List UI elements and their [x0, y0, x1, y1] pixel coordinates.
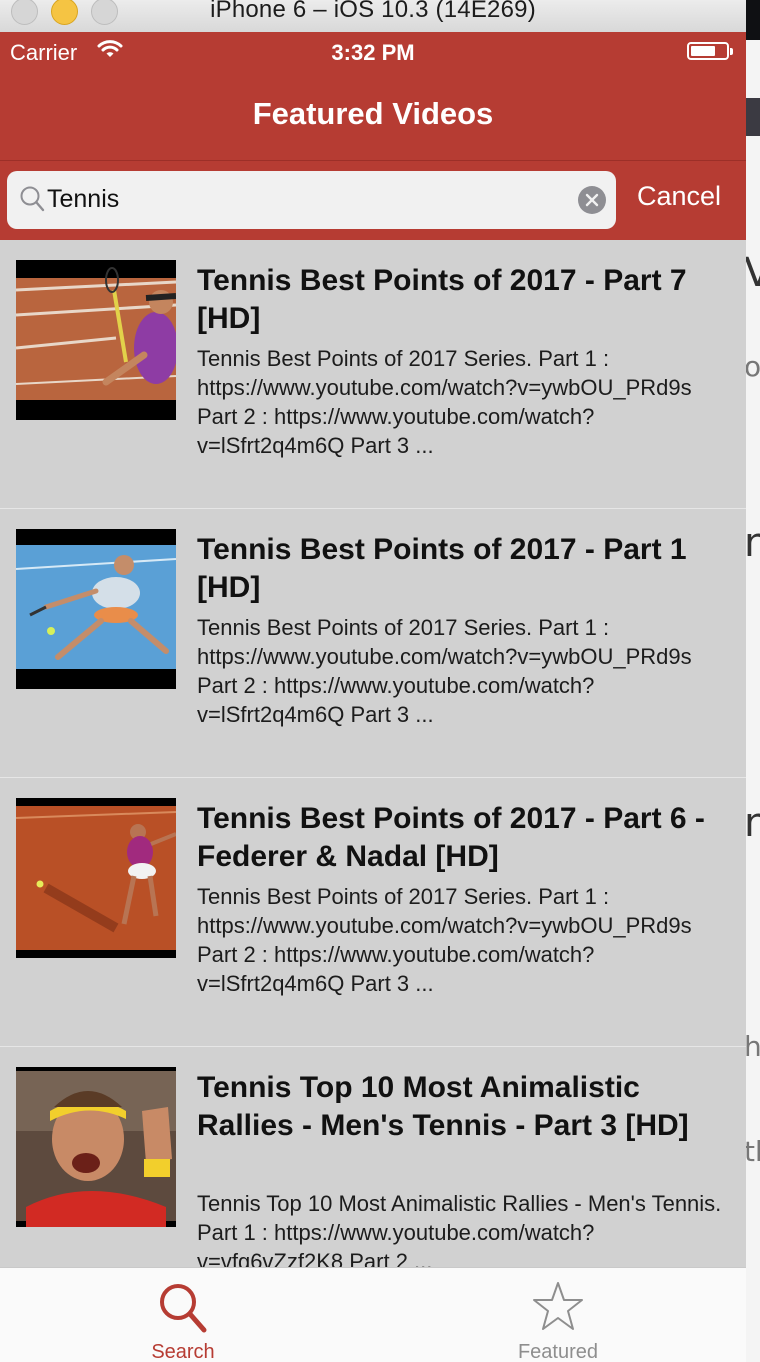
background-text-fragment: n [746, 520, 760, 566]
clear-icon [585, 193, 599, 207]
video-thumbnail [16, 260, 176, 420]
simulator-title-bar: iPhone 6 – iOS 10.3 (14E269) [0, 0, 746, 33]
background-text-fragment: V [746, 250, 760, 296]
video-description: Tennis Best Points of 2017 Series. Part … [197, 884, 692, 996]
video-description: Tennis Best Points of 2017 Series. Part … [197, 615, 692, 727]
background-text-fragment: of [746, 350, 760, 383]
search-input[interactable]: Tennis [7, 171, 616, 229]
status-bar: Carrier 3:32 PM [0, 32, 746, 72]
video-list[interactable]: Tennis Best Points of 2017 - Part 7 [HD]… [0, 240, 746, 1316]
list-item[interactable]: Tennis Best Points of 2017 - Part 1 [HD]… [0, 509, 746, 778]
page-title: Featured Videos [252, 96, 494, 131]
cancel-button[interactable]: Cancel [637, 181, 721, 212]
phone-screen: Carrier 3:32 PM Featured Videos Tennis C… [0, 32, 746, 1362]
clear-search-button[interactable] [578, 186, 606, 214]
list-item[interactable]: Tennis Best Points of 2017 - Part 6 - Fe… [0, 778, 746, 1047]
video-description: Tennis Top 10 Most Animalistic Rallies -… [197, 1191, 722, 1274]
tab-featured[interactable]: Featured [433, 1268, 683, 1362]
tab-search[interactable]: Search [58, 1268, 308, 1362]
navigation-bar: Carrier 3:32 PM Featured Videos Tennis C… [0, 32, 746, 240]
search-input-value: Tennis [47, 185, 120, 213]
background-window: V of n n he th [746, 0, 760, 1362]
window-title: iPhone 6 – iOS 10.3 (14E269) [210, 0, 536, 23]
video-title: Tennis Best Points of 2017 - Part 1 [HD] [197, 533, 687, 604]
tab-bar: Search Featured [0, 1267, 746, 1362]
tab-label: Featured [517, 1341, 599, 1362]
search-icon [19, 185, 45, 218]
battery-icon [687, 42, 733, 60]
video-thumbnail [16, 529, 176, 689]
background-text-fragment: th [746, 1135, 760, 1168]
video-title: Tennis Best Points of 2017 - Part 6 - Fe… [197, 802, 705, 873]
background-text-fragment: he [746, 1030, 760, 1063]
background-text-fragment: n [746, 800, 760, 846]
search-icon [160, 1284, 207, 1333]
star-icon [533, 1282, 583, 1330]
search-bar: Tennis Cancel [0, 160, 746, 241]
video-thumbnail [16, 1067, 176, 1227]
video-description: Tennis Best Points of 2017 Series. Part … [197, 346, 692, 458]
status-time: 3:32 PM [331, 40, 415, 65]
video-title: Tennis Top 10 Most Animalistic Rallies -… [197, 1071, 689, 1142]
video-thumbnail [16, 798, 176, 958]
video-title: Tennis Best Points of 2017 - Part 7 [HD] [197, 264, 687, 335]
tab-label: Search [151, 1341, 215, 1362]
list-item[interactable]: Tennis Best Points of 2017 - Part 7 [HD]… [0, 240, 746, 509]
